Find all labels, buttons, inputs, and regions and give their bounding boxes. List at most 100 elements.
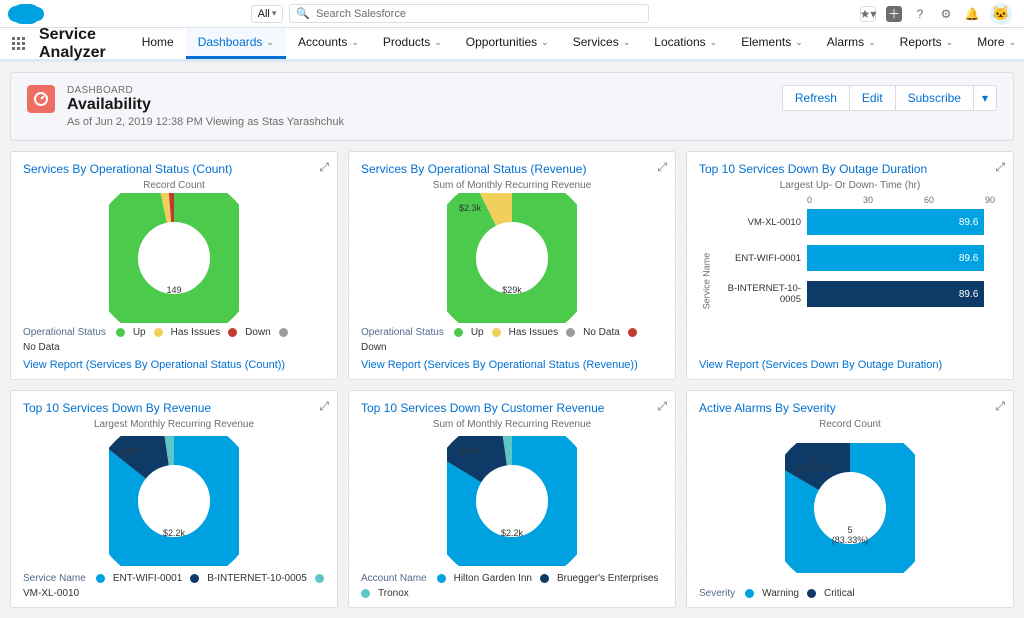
bar-category: ENT-WIFI-0001 xyxy=(713,253,807,264)
search-scope-select[interactable]: All ▾ xyxy=(251,5,284,23)
axis-tick: 0 xyxy=(807,195,812,205)
chart-callout: $369 xyxy=(459,446,479,456)
chevron-down-icon: ⌄ xyxy=(541,37,549,48)
nav-item-opportunities[interactable]: Opportunities⌄ xyxy=(454,28,561,59)
legend-title: Account Name xyxy=(361,573,427,584)
legend-item: Hilton Garden Inn xyxy=(454,573,532,584)
avatar[interactable]: 🐱 xyxy=(990,3,1012,25)
legend-item: No Data xyxy=(23,342,60,353)
nav-items: HomeDashboards⌄Accounts⌄Products⌄Opportu… xyxy=(130,28,1024,59)
expand-icon[interactable]: ⤢ xyxy=(319,160,329,175)
chart-callout: 1 (16.67%) xyxy=(797,453,834,473)
salesforce-logo[interactable] xyxy=(12,4,40,24)
dashboard-grid: ⤢ Services By Operational Status (Count)… xyxy=(10,151,1014,608)
edit-button[interactable]: Edit xyxy=(850,85,896,111)
card-title: Services By Operational Status (Revenue) xyxy=(361,162,663,176)
page-eyebrow: DASHBOARD xyxy=(67,85,770,96)
chart-legend: Operational StatusUpHas IssuesDownNo Dat… xyxy=(23,327,325,353)
dashboard-card: ⤢ Services By Operational Status (Count)… xyxy=(10,151,338,380)
chart-area: $29k $2.3k xyxy=(361,193,663,323)
chart-subtitle: Largest Monthly Recurring Revenue xyxy=(23,419,325,430)
legend-title: Operational Status xyxy=(361,327,444,338)
nav-item-services[interactable]: Services⌄ xyxy=(561,28,643,59)
legend-item: B-INTERNET-10-0005 xyxy=(207,573,306,584)
expand-icon[interactable]: ⤢ xyxy=(319,399,329,414)
legend-dot xyxy=(745,589,754,598)
legend-item: ENT-WIFI-0001 xyxy=(113,573,182,584)
more-actions-button[interactable]: ▾ xyxy=(974,85,997,111)
search-input[interactable]: 🔍 Search Salesforce xyxy=(289,4,649,23)
nav-item-label: Reports xyxy=(900,35,942,49)
app-name: Service Analyzer xyxy=(39,26,106,62)
legend-dot xyxy=(96,574,105,583)
nav-item-label: Accounts xyxy=(298,35,347,49)
legend-item: No Data xyxy=(583,327,620,338)
view-report-link[interactable]: View Report (Services Down By Outage Dur… xyxy=(699,359,1001,371)
page-header: DASHBOARD Availability As of Jun 2, 2019… xyxy=(10,72,1014,141)
search-scope-label: All xyxy=(258,8,270,20)
chart-callout: $309 xyxy=(121,446,141,456)
chevron-down-icon: ⌄ xyxy=(710,37,718,48)
nav-item-label: Home xyxy=(142,35,174,49)
expand-icon[interactable]: ⤢ xyxy=(995,399,1005,414)
legend-dot xyxy=(154,328,163,337)
chevron-down-icon: ⌄ xyxy=(946,37,954,48)
nav-item-accounts[interactable]: Accounts⌄ xyxy=(286,28,371,59)
chart-callout: $2.3k xyxy=(459,203,481,213)
donut-chart: $2.2k $309 xyxy=(109,436,239,566)
nav-item-label: Locations xyxy=(654,35,705,49)
bar-track: 89.6 xyxy=(807,281,995,307)
axis-tick: 60 xyxy=(924,195,934,205)
legend-dot xyxy=(454,328,463,337)
nav-item-more[interactable]: More⌄ xyxy=(965,28,1024,59)
chart-area: $2.2k $309 xyxy=(23,432,325,569)
nav-item-elements[interactable]: Elements⌄ xyxy=(729,28,815,59)
dashboard-card: ⤢ Top 10 Services Down By Revenue Larges… xyxy=(10,390,338,608)
card-title: Top 10 Services Down By Outage Duration xyxy=(699,162,1001,176)
axis-tick: 30 xyxy=(863,195,873,205)
chevron-down-icon: ⌄ xyxy=(434,37,442,48)
bar-fill: 89.6 xyxy=(807,281,984,307)
chevron-down-icon: ▾ xyxy=(272,8,277,19)
legend-item: Up xyxy=(133,327,146,338)
nav-item-products[interactable]: Products⌄ xyxy=(371,28,454,59)
chart-legend: Service NameENT-WIFI-0001B-INTERNET-10-0… xyxy=(23,573,325,599)
nav-item-locations[interactable]: Locations ⌄ xyxy=(642,28,729,59)
donut-chart: $2.2k $369 xyxy=(447,436,577,566)
bar-category: B-INTERNET-10-0005 xyxy=(713,283,807,305)
notification-bell-icon[interactable]: 🔔 xyxy=(964,6,980,22)
app-nav: Service Analyzer HomeDashboards⌄Accounts… xyxy=(0,28,1024,62)
nav-item-home[interactable]: Home xyxy=(130,28,186,59)
add-icon[interactable]: ＋ xyxy=(886,6,902,22)
bar-category: VM-XL-0010 xyxy=(713,217,807,228)
nav-item-reports[interactable]: Reports ⌄ xyxy=(888,28,966,59)
chevron-down-icon: ⌄ xyxy=(868,37,876,48)
favorites-icon[interactable]: ★▾ xyxy=(860,6,876,22)
view-report-link[interactable]: View Report (Services By Operational Sta… xyxy=(23,359,325,371)
nav-item-alarms[interactable]: Alarms⌄ xyxy=(815,28,888,59)
nav-item-dashboards[interactable]: Dashboards⌄ xyxy=(186,28,286,59)
legend-dot xyxy=(116,328,125,337)
refresh-button[interactable]: Refresh xyxy=(782,85,850,111)
legend-item: VM-XL-0010 xyxy=(23,588,79,599)
expand-icon[interactable]: ⤢ xyxy=(657,399,667,414)
setup-gear-icon[interactable]: ⚙ xyxy=(938,6,954,22)
card-title: Top 10 Services Down By Customer Revenue xyxy=(361,401,663,415)
chevron-down-icon: ⌄ xyxy=(623,37,631,48)
bar-fill: 89.6 xyxy=(807,209,984,235)
expand-icon[interactable]: ⤢ xyxy=(995,160,1005,175)
chevron-down-icon: ⌄ xyxy=(1009,37,1017,48)
dashboard-body: DASHBOARD Availability As of Jun 2, 2019… xyxy=(0,62,1024,618)
view-report-link[interactable]: View Report (Services By Operational Sta… xyxy=(361,359,663,371)
chart-subtitle: Record Count xyxy=(23,180,325,191)
app-launcher-icon[interactable] xyxy=(12,37,25,50)
legend-item: Bruegger's Enterprises xyxy=(557,573,658,584)
subscribe-button[interactable]: Subscribe xyxy=(896,85,974,111)
legend-dot xyxy=(540,574,549,583)
help-icon[interactable]: ? xyxy=(912,6,928,22)
dashboard-card: ⤢ Top 10 Services Down By Customer Reven… xyxy=(348,390,676,608)
legend-dot xyxy=(437,574,446,583)
expand-icon[interactable]: ⤢ xyxy=(657,160,667,175)
search-icon: 🔍 xyxy=(296,7,310,20)
chart-legend: Operational StatusUpHas IssuesNo DataDow… xyxy=(361,327,663,353)
